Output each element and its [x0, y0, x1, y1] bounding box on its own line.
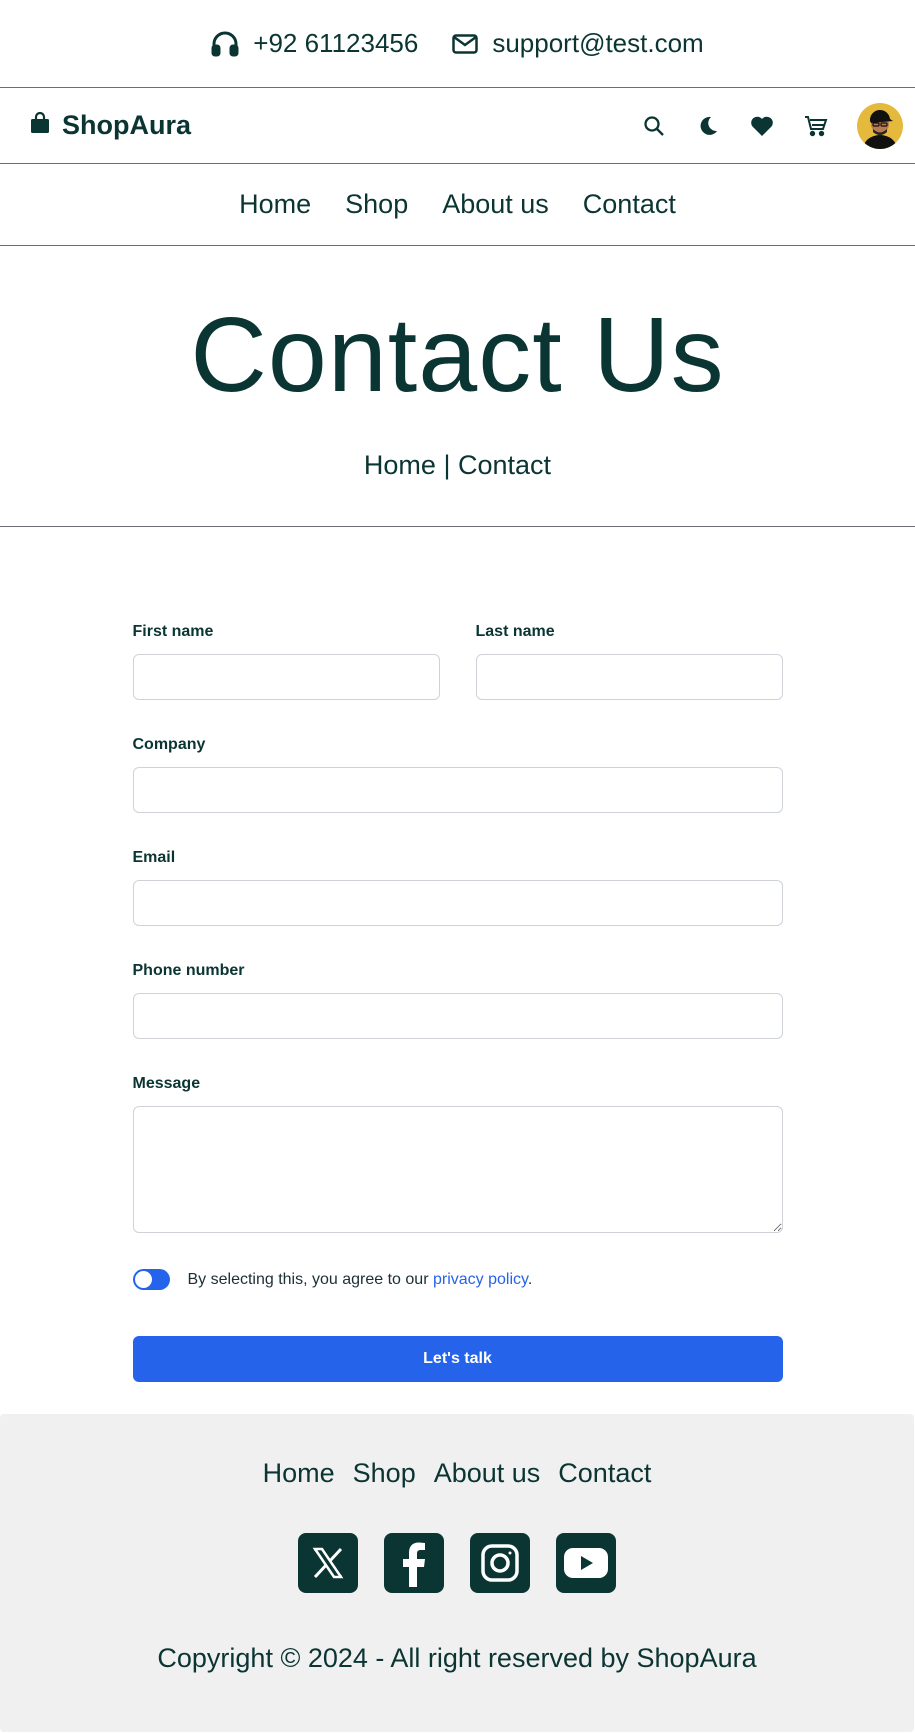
company-label: Company: [132, 736, 206, 753]
footer-nav-about-us[interactable]: About us: [434, 1458, 541, 1489]
x-icon[interactable]: [298, 1533, 358, 1593]
phone-contact[interactable]: +92 61123456: [211, 28, 418, 59]
facebook-icon[interactable]: [384, 1533, 444, 1593]
agreement-suffix: .: [527, 1270, 533, 1288]
last-name-field[interactable]: [475, 654, 783, 700]
nav-shop[interactable]: Shop: [345, 189, 408, 220]
privacy-policy-link[interactable]: privacy policy: [433, 1271, 528, 1288]
headphones-icon: [211, 31, 239, 57]
brand-logo[interactable]: ShopAura: [30, 110, 191, 141]
message-field[interactable]: [132, 1106, 783, 1233]
avatar[interactable]: [857, 102, 903, 149]
last-name-label: Last name: [475, 623, 555, 640]
page-title: Contact Us: [190, 296, 725, 414]
message-label: Message: [132, 1075, 201, 1092]
shopping-bag-icon: [30, 111, 50, 139]
contact-topbar: +92 61123456 support@test.com: [0, 0, 915, 88]
privacy-toggle[interactable]: [132, 1269, 170, 1290]
email-label: Email: [132, 849, 176, 866]
page-hero: Contact Us Home | Contact: [0, 246, 915, 527]
contact-form: First name Last name Company Email Phone…: [132, 623, 783, 1382]
social-links: [0, 1533, 914, 1593]
company-field[interactable]: [132, 767, 783, 813]
main-nav: Home Shop About us Contact: [0, 164, 915, 246]
email-contact[interactable]: support@test.com: [452, 28, 704, 59]
breadcrumb: Home | Contact: [364, 450, 551, 481]
first-name-label: First name: [132, 623, 214, 640]
header-actions: [637, 102, 903, 149]
nav-home[interactable]: Home: [239, 189, 311, 220]
site-header: ShopAura: [0, 88, 915, 164]
email-field[interactable]: [132, 880, 783, 926]
youtube-icon[interactable]: [556, 1533, 616, 1593]
agreement-prefix: By selecting this, you agree to our: [187, 1270, 433, 1288]
heart-icon[interactable]: [745, 109, 779, 143]
instagram-icon[interactable]: [470, 1533, 530, 1593]
phone-number: +92 61123456: [253, 28, 419, 58]
cart-icon[interactable]: [799, 109, 833, 143]
footer-nav-home[interactable]: Home: [263, 1458, 335, 1489]
envelope-icon: [452, 33, 479, 54]
lets-talk-button[interactable]: Let's talk: [132, 1336, 783, 1382]
footer-nav-contact[interactable]: Contact: [558, 1458, 651, 1489]
agreement-text: By selecting this, you agree to our priv…: [188, 1271, 533, 1289]
footer-nav-shop[interactable]: Shop: [353, 1458, 416, 1489]
nav-about-us[interactable]: About us: [442, 189, 549, 220]
copyright: Copyright © 2024 - All right reserved by…: [157, 1643, 757, 1673]
breadcrumb-home[interactable]: Home: [364, 450, 436, 480]
phone-number-label: Phone number: [132, 962, 245, 979]
breadcrumb-separator: |: [443, 450, 451, 480]
footer-nav: Home Shop About us Contact: [0, 1458, 914, 1489]
search-icon[interactable]: [637, 109, 671, 143]
phone-number-field[interactable]: [132, 993, 783, 1039]
breadcrumb-current: Contact: [458, 450, 552, 480]
first-name-field[interactable]: [132, 654, 440, 700]
moon-icon[interactable]: [691, 109, 725, 143]
privacy-agreement: By selecting this, you agree to our priv…: [132, 1269, 783, 1290]
support-email: support@test.com: [492, 28, 704, 58]
nav-contact[interactable]: Contact: [583, 189, 676, 220]
brand-name: ShopAura: [62, 110, 192, 140]
page: +92 61123456 support@test.com ShopAura H…: [0, 0, 915, 1734]
site-footer: Home Shop About us Contact Copyright © 2…: [0, 1414, 914, 1732]
